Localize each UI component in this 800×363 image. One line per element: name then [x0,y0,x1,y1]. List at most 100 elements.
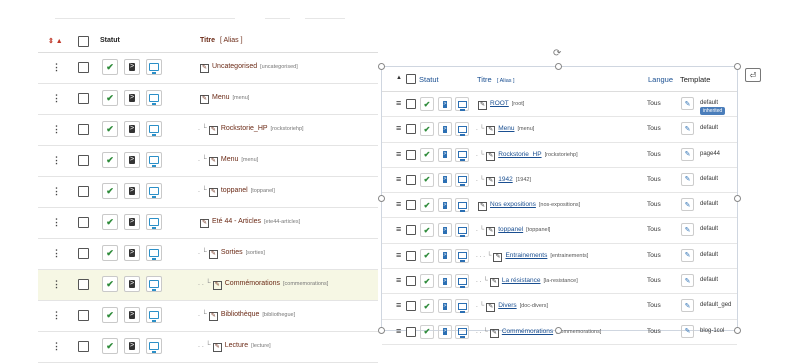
frontend-view-button[interactable] [455,122,469,137]
feed-button[interactable]: > [124,90,140,106]
category-title-link[interactable]: . └ ✎ Bibliothèque [bibliothegue] [198,311,295,321]
frontend-view-button[interactable] [146,121,162,137]
published-toggle-button[interactable]: ✔ [420,147,434,162]
frontend-view-button[interactable] [146,214,162,230]
category-title-link[interactable]: ✎ Menu [menu] [198,94,249,104]
sort-up-icon[interactable]: ▲ [396,75,402,81]
template-edit-button[interactable]: ✎ [681,274,694,288]
drag-handle-icon[interactable]: ⋮ [52,248,61,258]
row-checkbox[interactable] [406,200,416,211]
hamburger-icon[interactable]: ≡ [396,326,401,336]
hamburger-icon[interactable]: ≡ [396,124,401,133]
hamburger-icon[interactable]: ≡ [396,149,401,159]
feed-button[interactable]: > [438,147,452,162]
published-toggle-button[interactable]: ✔ [102,307,118,323]
sort-ordering-button[interactable]: ⇕ ▲ [48,37,63,45]
drag-handle-icon[interactable]: ⋮ [52,155,61,165]
feed-button[interactable]: > [124,307,140,323]
published-toggle-button[interactable]: ✔ [420,324,434,339]
menu-title-link[interactable]: . . . └ ✎ Entrainements [entrainements] [476,252,588,262]
frontend-view-button[interactable] [455,198,469,213]
hamburger-icon[interactable]: ≡ [396,225,401,234]
menu-title-link[interactable]: . └ ✎ toppanel [toppanel] [476,226,550,237]
row-checkbox[interactable] [406,276,416,287]
drag-handle-icon[interactable]: ⋮ [52,186,61,196]
resize-handle[interactable] [555,63,562,70]
drag-handle-icon[interactable]: ⋮ [52,310,61,320]
hamburger-icon[interactable]: ≡ [396,99,401,108]
category-title-link[interactable]: ✎ Uncategorised [uncategorised] [198,63,298,73]
published-toggle-button[interactable]: ✔ [420,274,434,289]
row-checkbox[interactable] [78,93,89,104]
menu-title-link[interactable]: . └ ✎ Divers [doc-divers] [476,302,548,313]
row-checkbox[interactable] [78,62,89,73]
frontend-view-button[interactable] [455,223,469,238]
row-checkbox[interactable] [78,217,89,228]
frontend-view-button[interactable] [146,152,162,168]
feed-button[interactable]: > [124,183,140,199]
template-edit-button[interactable]: ✎ [681,172,694,186]
menu-title-link[interactable]: . └ ✎ Rockstorie_HP [rockstoriehp] [476,151,578,161]
template-edit-button[interactable]: ✎ [681,324,694,338]
frontend-view-button[interactable] [455,97,469,111]
frontend-view-button[interactable] [455,172,469,187]
drag-handle-icon[interactable]: ⋮ [52,93,61,103]
hamburger-icon[interactable]: ≡ [396,250,401,260]
frontend-view-button[interactable] [455,274,469,289]
resize-handle[interactable] [555,327,562,334]
published-toggle-button[interactable]: ✔ [420,299,434,314]
row-checkbox[interactable] [406,326,416,337]
row-checkbox[interactable] [78,155,89,166]
row-checkbox[interactable] [78,248,89,259]
drag-handle-icon[interactable]: ⋮ [52,62,61,72]
row-checkbox[interactable] [406,250,416,261]
template-edit-button[interactable]: ✎ [681,223,694,237]
frontend-view-button[interactable] [146,245,162,261]
category-title-link[interactable]: . . └ ✎ Lecture [lecture] [198,342,271,352]
published-toggle-button[interactable]: ✔ [102,183,118,199]
feed-button[interactable]: > [124,276,140,292]
category-title-link[interactable]: . └ ✎ Menu [menu] [198,156,258,166]
template-edit-button[interactable]: ✎ [681,248,694,262]
template-edit-button[interactable]: ✎ [681,198,694,212]
feed-button[interactable]: > [438,274,452,289]
hamburger-icon[interactable]: ≡ [396,276,401,285]
published-toggle-button[interactable]: ✔ [102,214,118,230]
feed-button[interactable]: > [438,299,452,314]
category-title-link[interactable]: . └ ✎ toppanel [toppanel] [198,187,275,197]
frontend-view-button[interactable] [455,147,469,162]
select-all-checkbox[interactable] [406,74,416,84]
menu-title-link[interactable]: . . └ ✎ La résistance [la-resistance] [476,277,578,288]
rotate-icon[interactable]: ⟳ [553,48,561,59]
resize-handle[interactable] [734,63,741,70]
template-edit-button[interactable]: ✎ [681,122,694,136]
category-title-link[interactable]: . └ ✎ Rockstorie_HP [rockstoriehp] [198,125,304,135]
template-edit-button[interactable]: ✎ [681,147,694,161]
hamburger-icon[interactable]: ≡ [396,301,401,310]
feed-button[interactable]: > [438,97,452,111]
feed-button[interactable]: > [124,152,140,168]
feed-button[interactable]: > [438,172,452,187]
category-title-link[interactable]: . . └ ✎ Commémorations [commemorations] [198,280,328,290]
title-column-header[interactable]: Titre [ Alias ] [200,37,243,44]
drag-handle-icon[interactable]: ⋮ [52,341,61,351]
feed-button[interactable]: > [124,121,140,137]
row-checkbox[interactable] [78,186,89,197]
menu-title-link[interactable]: . . └ ✎ Commémorations [commemorations] [476,328,601,338]
drag-handle-icon[interactable]: ⋮ [52,217,61,227]
feed-button[interactable]: > [124,338,140,354]
published-toggle-button[interactable]: ✔ [102,338,118,354]
published-toggle-button[interactable]: ✔ [420,223,434,238]
row-checkbox[interactable] [78,310,89,321]
feed-button[interactable]: > [124,214,140,230]
feed-button[interactable]: > [438,248,452,263]
feed-button[interactable]: > [438,324,452,339]
language-column-header[interactable]: Langue [648,75,673,84]
published-toggle-button[interactable]: ✔ [102,59,118,75]
resize-handle[interactable] [734,195,741,202]
published-toggle-button[interactable]: ✔ [102,276,118,292]
published-toggle-button[interactable]: ✔ [102,152,118,168]
feed-button[interactable]: > [124,59,140,75]
feed-button[interactable]: > [124,245,140,261]
published-toggle-button[interactable]: ✔ [102,121,118,137]
